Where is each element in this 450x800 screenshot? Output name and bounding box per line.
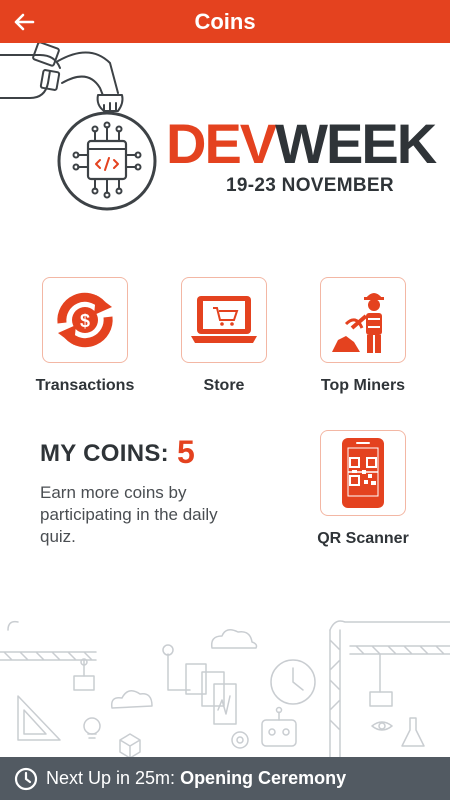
top-miners-label: Top Miners (320, 377, 406, 394)
clock-icon (14, 767, 38, 790)
coins-description: Earn more coins by participating in the … (40, 483, 218, 546)
event-dates: 19-23 NOVEMBER (226, 175, 394, 196)
chip-hand-illustration (0, 43, 157, 211)
next-up-prefix: Next Up in 25m: (46, 768, 176, 788)
logo-dev-text: DEV (166, 112, 277, 175)
laptop-cart-icon (191, 296, 257, 343)
page-title: Coins (194, 9, 256, 34)
top-miners-tile[interactable] (320, 277, 406, 363)
tech-doodle-illustration (0, 620, 450, 758)
transactions-label: Transactions (35, 377, 135, 394)
miner-icon (332, 293, 384, 353)
coin-count: 5 (177, 434, 195, 470)
logo-week-text: WEEK (275, 112, 437, 175)
svg-text:$: $ (80, 311, 90, 331)
phone-qr-icon (342, 438, 384, 508)
dollar-cycle-icon: $ (57, 292, 113, 348)
next-up-event: Opening Ceremony (180, 768, 347, 788)
transactions-tile[interactable]: $ (42, 277, 128, 363)
qr-scanner-label: QR Scanner (317, 530, 409, 547)
next-up-bar[interactable]: Next Up in 25m: Opening Ceremony (0, 757, 450, 800)
my-coins-heading: MY COINS: (40, 440, 169, 467)
devweek-logo: DEVWEEK (166, 112, 437, 175)
store-tile[interactable] (181, 277, 267, 363)
qr-scanner-tile[interactable] (320, 430, 406, 516)
app-bar: Coins (0, 0, 450, 43)
store-label: Store (203, 377, 245, 394)
